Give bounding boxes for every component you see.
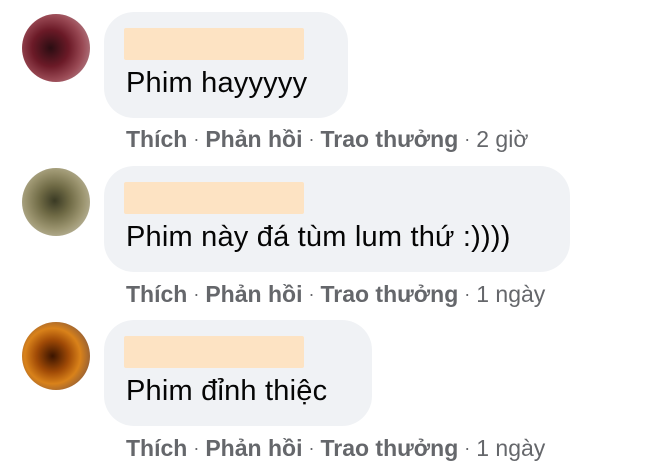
- award-button[interactable]: Trao thưởng: [320, 281, 458, 307]
- separator-dot: ·: [308, 129, 315, 149]
- separator-dot: ·: [193, 284, 200, 304]
- comment-actions: Thích · Phản hồi · Trao thưởng · 1 ngày: [126, 281, 545, 308]
- timestamp[interactable]: 2 giờ: [476, 126, 528, 152]
- comment-text: Phim đỉnh thiệc: [126, 375, 328, 407]
- avatar[interactable]: [22, 322, 90, 390]
- separator-dot: ·: [464, 284, 471, 304]
- separator-dot: ·: [464, 129, 471, 149]
- separator-dot: ·: [464, 438, 471, 458]
- redacted-author-name: [124, 336, 304, 368]
- like-button[interactable]: Thích: [126, 126, 187, 152]
- redacted-author-name: [124, 28, 304, 60]
- reply-button[interactable]: Phản hồi: [205, 281, 302, 307]
- comment-text: Phim hayyyyy: [126, 67, 308, 99]
- comment-actions: Thích · Phản hồi · Trao thưởng · 1 ngày: [126, 435, 545, 462]
- comment-bubble: Phim hayyyyy: [104, 12, 348, 118]
- timestamp[interactable]: 1 ngày: [476, 435, 545, 461]
- comment-bubble: Phim đỉnh thiệc: [104, 320, 372, 426]
- reply-button[interactable]: Phản hồi: [205, 435, 302, 461]
- reply-button[interactable]: Phản hồi: [205, 126, 302, 152]
- separator-dot: ·: [308, 284, 315, 304]
- separator-dot: ·: [308, 438, 315, 458]
- redacted-author-name: [124, 182, 304, 214]
- like-button[interactable]: Thích: [126, 435, 187, 461]
- separator-dot: ·: [193, 438, 200, 458]
- like-button[interactable]: Thích: [126, 281, 187, 307]
- separator-dot: ·: [193, 129, 200, 149]
- comment-text: Phim này đá tùm lum thứ :)))): [126, 221, 511, 253]
- timestamp[interactable]: 1 ngày: [476, 281, 545, 307]
- avatar[interactable]: [22, 168, 90, 236]
- comment-actions: Thích · Phản hồi · Trao thưởng · 2 giờ: [126, 126, 528, 153]
- award-button[interactable]: Trao thưởng: [320, 126, 458, 152]
- award-button[interactable]: Trao thưởng: [320, 435, 458, 461]
- avatar[interactable]: [22, 14, 90, 82]
- comment-bubble: Phim này đá tùm lum thứ :)))): [104, 166, 570, 272]
